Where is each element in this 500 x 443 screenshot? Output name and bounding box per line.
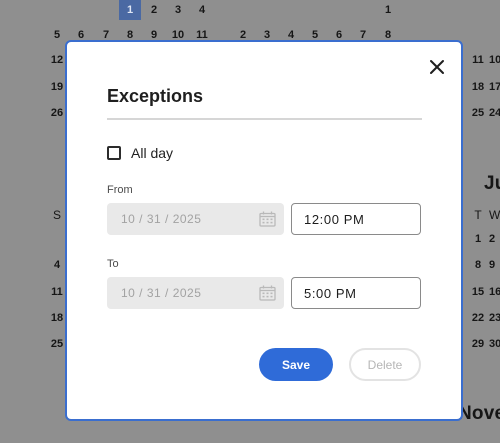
- calendar-day: 4: [198, 4, 206, 16]
- calendar-day: 29: [471, 338, 485, 350]
- calendar-day: 2: [150, 4, 158, 16]
- calendar-day: 23: [489, 312, 500, 324]
- close-icon: [430, 60, 444, 74]
- calendar-day: 22: [471, 312, 485, 324]
- from-time-input[interactable]: 12:00 PM: [291, 203, 421, 235]
- close-button[interactable]: [428, 58, 446, 76]
- from-label: From: [107, 184, 133, 196]
- calendar-icon: [259, 211, 276, 227]
- calendar-day: 30: [489, 338, 500, 350]
- calendar-day: 18: [471, 81, 485, 93]
- month-label: Nove: [458, 403, 500, 424]
- calendar-day: 9: [489, 259, 496, 271]
- divider: [107, 118, 422, 120]
- from-date-value: 10 / 31 / 2025: [121, 212, 202, 226]
- exceptions-dialog: Exceptions All day From 10 / 31 / 2025 1…: [65, 40, 463, 421]
- calendar-day: 10: [489, 54, 500, 66]
- calendar-day: 16: [489, 286, 500, 298]
- to-date-field: 10 / 31 / 2025: [107, 277, 284, 309]
- from-date-field: 10 / 31 / 2025: [107, 203, 284, 235]
- all-day-label: All day: [131, 145, 174, 161]
- calendar-day-selected: 1: [119, 0, 141, 20]
- calendar-day: 1: [384, 4, 392, 16]
- calendar-day: 2: [489, 233, 496, 245]
- calendar-day: 17: [489, 81, 500, 93]
- from-time-value: 12:00 PM: [304, 211, 365, 227]
- dialog-title: Exceptions: [107, 86, 204, 106]
- all-day-checkbox[interactable]: [107, 146, 121, 160]
- calendar-day: 25: [471, 107, 485, 119]
- to-time-input[interactable]: 5:00 PM: [291, 277, 421, 309]
- delete-button[interactable]: Delete: [349, 348, 421, 381]
- save-button[interactable]: Save: [259, 348, 333, 381]
- weekday-header: W: [489, 208, 500, 222]
- calendar-day: 11: [472, 54, 484, 66]
- calendar-day: 15: [471, 286, 485, 298]
- to-date-value: 10 / 31 / 2025: [121, 286, 202, 300]
- all-day-option[interactable]: All day: [107, 145, 173, 161]
- calendar-day: 24: [489, 107, 500, 119]
- calendar-day: 8: [474, 259, 482, 271]
- calendar-day: 5: [53, 29, 61, 41]
- weekday-header: T: [474, 208, 482, 222]
- to-label: To: [107, 258, 119, 270]
- calendar-day: 1: [474, 233, 482, 245]
- calendar-icon: [259, 285, 276, 301]
- month-label: Ju: [484, 173, 500, 194]
- calendar-day: 3: [174, 4, 182, 16]
- to-time-value: 5:00 PM: [304, 285, 357, 301]
